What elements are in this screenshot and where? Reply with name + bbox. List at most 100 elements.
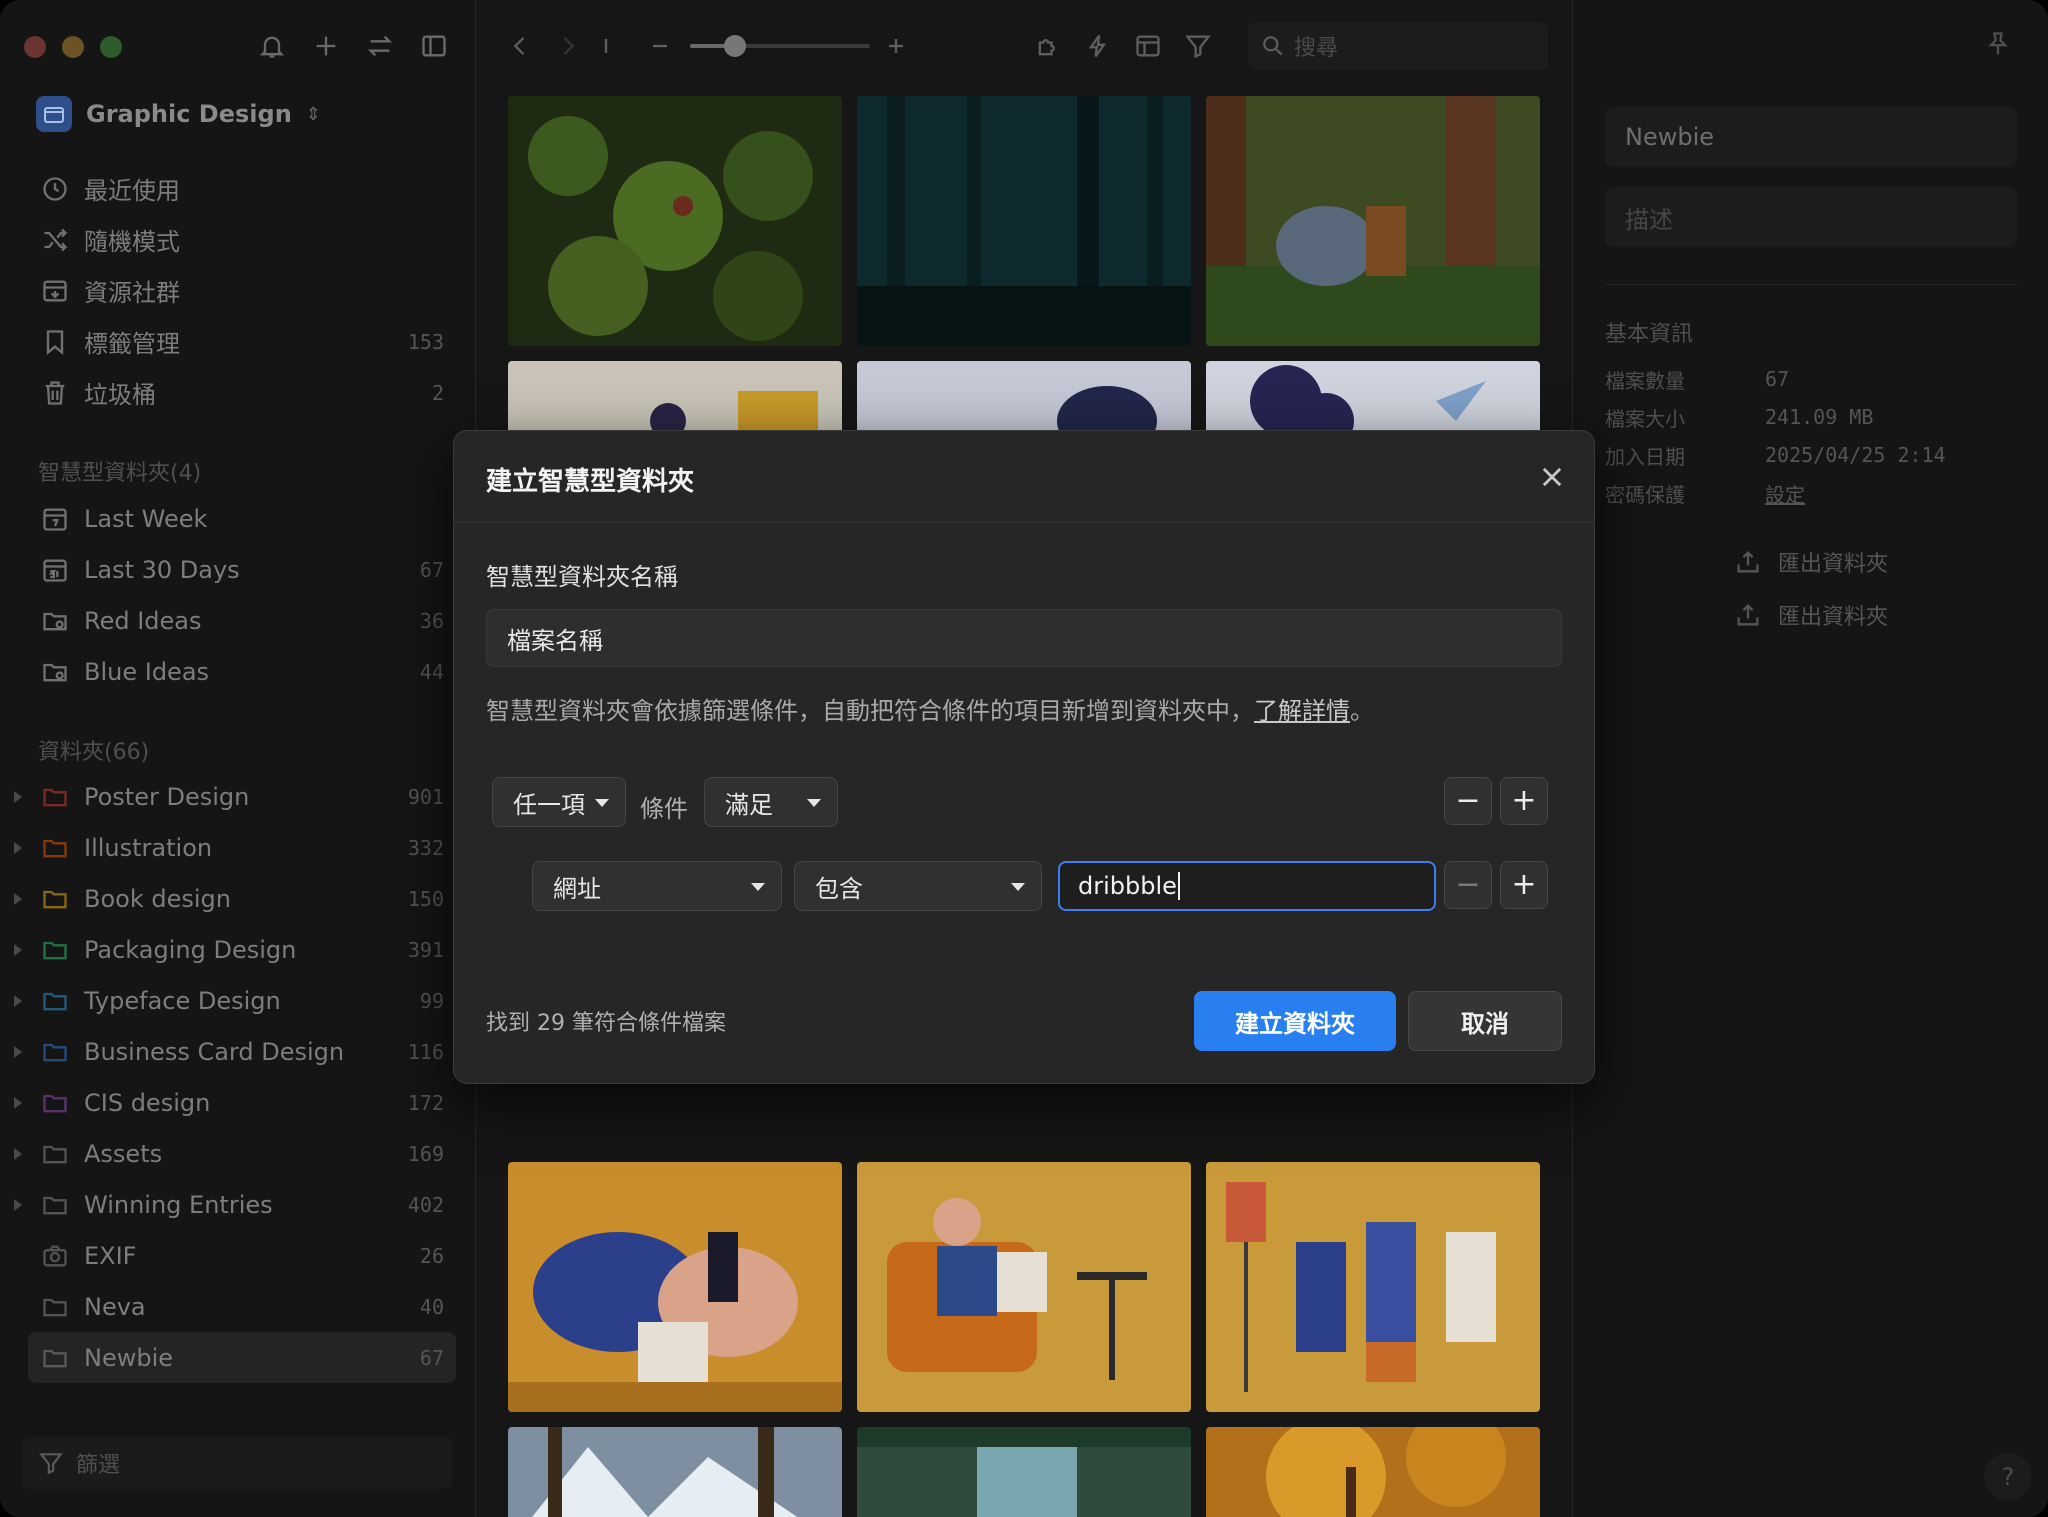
learn-more-link[interactable]: 了解詳情 xyxy=(1254,697,1350,725)
folder-label: Neva xyxy=(84,1292,146,1321)
add-icon[interactable] xyxy=(310,28,342,64)
expand-caret-icon[interactable] xyxy=(14,842,22,854)
thumbnail[interactable] xyxy=(508,1427,842,1517)
smart-folder-name-input[interactable]: 檔案名稱 xyxy=(486,609,1562,667)
match-type-select[interactable]: 任一項 xyxy=(492,777,626,827)
folder-item[interactable]: Packaging Design 391 xyxy=(14,924,456,975)
remove-rule-button[interactable]: − xyxy=(1444,861,1492,909)
shuffle-icon xyxy=(40,225,70,255)
smart-folder-item[interactable]: Last 30 Days 67 xyxy=(28,544,456,595)
nav-item-trash[interactable]: 垃圾桶 2 xyxy=(28,367,456,418)
smart-folder-item[interactable]: Last Week xyxy=(28,493,456,544)
nav-item-community[interactable]: 資源社群 xyxy=(28,265,456,316)
smart-folder-label: Last 30 Days xyxy=(84,555,240,584)
folder-icon xyxy=(40,1190,70,1220)
search-input[interactable]: 搜尋 xyxy=(1248,22,1548,70)
nav-item-recent[interactable]: 最近使用 xyxy=(28,163,456,214)
close-window-button[interactable] xyxy=(24,36,46,58)
nav-item-tags[interactable]: 標籤管理 153 xyxy=(28,316,456,367)
thumbnail[interactable] xyxy=(857,96,1191,346)
folder-item[interactable]: Winning Entries 402 xyxy=(14,1179,456,1230)
forward-icon[interactable] xyxy=(552,28,584,64)
rule-field-select[interactable]: 網址 xyxy=(532,861,782,911)
info-value: 241.09 MB xyxy=(1765,405,1874,429)
folder-item[interactable]: CIS design 172 xyxy=(14,1077,456,1128)
expand-caret-icon[interactable] xyxy=(14,944,22,956)
folder-icon xyxy=(40,884,70,914)
nav-item-label: 資源社群 xyxy=(84,279,180,307)
lightning-icon[interactable] xyxy=(1082,28,1114,64)
folder-item[interactable]: Illustration 332 xyxy=(14,822,456,873)
cancel-button[interactable]: 取消 xyxy=(1408,991,1562,1051)
folder-item[interactable]: Newbie 67 xyxy=(28,1332,456,1383)
expand-caret-icon[interactable] xyxy=(14,1199,22,1211)
create-folder-button[interactable]: 建立資料夾 xyxy=(1194,991,1396,1051)
thumbnail[interactable] xyxy=(1206,1162,1540,1412)
expand-caret-icon[interactable] xyxy=(14,1097,22,1109)
smart-folder-count: 67 xyxy=(419,557,444,582)
filter-icon[interactable] xyxy=(1182,28,1214,64)
remove-group-button[interactable]: − xyxy=(1444,777,1492,825)
expand-caret-icon[interactable] xyxy=(14,995,22,1007)
smart-folder-item[interactable]: Blue Ideas 44 xyxy=(28,646,456,697)
nav-item-random[interactable]: 隨機模式 xyxy=(28,214,456,265)
bell-icon[interactable] xyxy=(256,28,288,64)
puzzle-icon[interactable] xyxy=(1032,28,1064,64)
minimize-window-button[interactable] xyxy=(62,36,84,58)
folder-description-field[interactable]: 描述 xyxy=(1605,187,2017,247)
thumbnail[interactable] xyxy=(857,1427,1191,1517)
folders-section-title[interactable]: 資料夾(66) xyxy=(38,734,149,766)
folder-label: Assets xyxy=(84,1139,163,1168)
expand-caret-icon[interactable] xyxy=(14,1046,22,1058)
add-group-button[interactable]: + xyxy=(1500,777,1548,825)
smart-folder-count: 36 xyxy=(419,608,444,633)
layout-icon[interactable] xyxy=(1132,28,1164,64)
folder-item[interactable]: Assets 169 xyxy=(14,1128,456,1179)
smart-folder-item[interactable]: Red Ideas 36 xyxy=(28,595,456,646)
folder-item[interactable]: Business Card Design 116 xyxy=(14,1026,456,1077)
thumbnail[interactable] xyxy=(1206,96,1540,346)
thumbnail[interactable] xyxy=(508,96,842,346)
password-set-link[interactable]: 設定 xyxy=(1765,479,1805,508)
thumbnail[interactable] xyxy=(1206,1427,1540,1517)
sidebar: Graphic Design ⇕ 最近使用 隨機模式 資源社群 標籤管理 153… xyxy=(0,0,476,1517)
back-icon[interactable] xyxy=(504,28,536,64)
smart-folders-section-title[interactable]: 智慧型資料夾(4) xyxy=(38,455,201,487)
condition-mode-select[interactable]: 滿足 xyxy=(704,777,838,827)
help-button[interactable]: ? xyxy=(1984,1453,2032,1501)
zoom-window-button[interactable] xyxy=(100,36,122,58)
calendar-7-icon xyxy=(40,504,70,534)
thumbnail[interactable] xyxy=(508,1162,842,1412)
clock-icon xyxy=(40,174,70,204)
export-folder-button-2[interactable]: 匯出資料夾 xyxy=(1605,589,2017,641)
zoom-slider[interactable] xyxy=(690,35,870,57)
sidebar-toggle-icon[interactable] xyxy=(418,28,450,64)
folder-item[interactable]: Book design 150 xyxy=(14,873,456,924)
sidebar-filter[interactable]: 篩選 xyxy=(22,1437,452,1489)
thumbnail[interactable] xyxy=(857,1162,1191,1412)
zoom-out-icon[interactable] xyxy=(644,28,676,64)
folder-item[interactable]: EXIF 26 xyxy=(28,1230,456,1281)
trash-icon xyxy=(40,378,70,408)
folder-item[interactable]: Neva 40 xyxy=(28,1281,456,1332)
folder-label: Poster Design xyxy=(84,782,250,811)
add-rule-button[interactable]: + xyxy=(1500,861,1548,909)
rule-value-input[interactable]: dribbble xyxy=(1058,861,1436,911)
rule-operator-select[interactable]: 包含 xyxy=(794,861,1042,911)
folder-name-field[interactable]: Newbie xyxy=(1605,107,2017,167)
folder-item[interactable]: Poster Design 901 xyxy=(14,771,456,822)
zoom-slider-knob[interactable] xyxy=(724,35,746,57)
library-switcher[interactable]: Graphic Design ⇕ xyxy=(36,96,321,132)
zoom-in-icon[interactable] xyxy=(880,28,912,64)
basic-info-title: 基本資訊 xyxy=(1605,322,1694,347)
export-folder-label: 匯出資料夾 xyxy=(1777,552,1888,577)
library-icon xyxy=(36,96,72,132)
expand-caret-icon[interactable] xyxy=(14,1148,22,1160)
swap-icon[interactable] xyxy=(364,28,396,64)
expand-caret-icon[interactable] xyxy=(14,893,22,905)
folder-item[interactable]: Typeface Design 99 xyxy=(14,975,456,1026)
close-icon[interactable] xyxy=(1538,463,1566,491)
expand-caret-icon[interactable] xyxy=(14,791,22,803)
export-folder-button[interactable]: 匯出資料夾 xyxy=(1605,536,2017,588)
pin-icon[interactable] xyxy=(1984,30,2012,62)
